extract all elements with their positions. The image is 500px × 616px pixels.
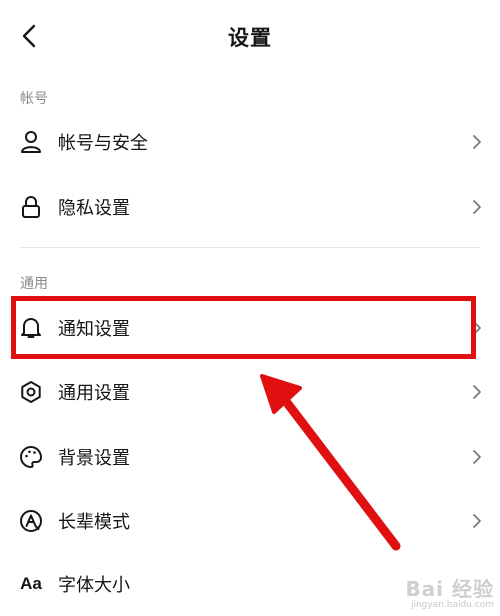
- settings-item-account-security[interactable]: 帐号与安全: [0, 110, 500, 174]
- top-bar: 设置: [0, 0, 500, 72]
- section-label-account: 帐号: [20, 91, 48, 107]
- settings-item-label: 隐私设置: [58, 198, 130, 219]
- chevron-right-icon: [470, 197, 484, 217]
- watermark-logo: Bai 经验: [405, 577, 494, 601]
- settings-item-label: 背景设置: [58, 448, 130, 469]
- settings-item-label: 帐号与安全: [58, 133, 148, 154]
- lock-icon: [18, 194, 44, 220]
- chevron-right-icon: [470, 132, 484, 152]
- section-divider: [20, 247, 480, 248]
- settings-item-notifications[interactable]: 通知设置: [0, 296, 500, 360]
- settings-item-background[interactable]: 背景设置: [0, 425, 500, 489]
- font-size-icon: Aa: [20, 574, 42, 593]
- settings-item-label: 通用设置: [58, 383, 130, 404]
- page-title: 设置: [228, 26, 272, 50]
- elder-mode-icon: [18, 508, 44, 534]
- section-label-general: 通用: [20, 276, 48, 292]
- settings-item-privacy[interactable]: 隐私设置: [0, 175, 500, 239]
- watermark-url: jingyan.baidu.com: [410, 600, 494, 610]
- palette-icon: [18, 444, 44, 470]
- settings-item-label: 通知设置: [58, 319, 130, 340]
- settings-item-general[interactable]: 通用设置: [0, 360, 500, 424]
- chevron-right-icon: [470, 318, 484, 338]
- watermark: Bai 经验 jingyan.baidu.com: [405, 579, 494, 610]
- chevron-right-icon: [470, 382, 484, 402]
- settings-item-label: 长辈模式: [58, 512, 130, 533]
- gear-icon: [18, 379, 44, 405]
- settings-item-elder-mode[interactable]: 长辈模式: [0, 489, 500, 553]
- person-icon: [18, 129, 44, 155]
- chevron-right-icon: [470, 447, 484, 467]
- chevron-right-icon: [470, 511, 484, 531]
- bell-icon: [18, 315, 44, 341]
- settings-item-label: 字体大小: [58, 575, 130, 596]
